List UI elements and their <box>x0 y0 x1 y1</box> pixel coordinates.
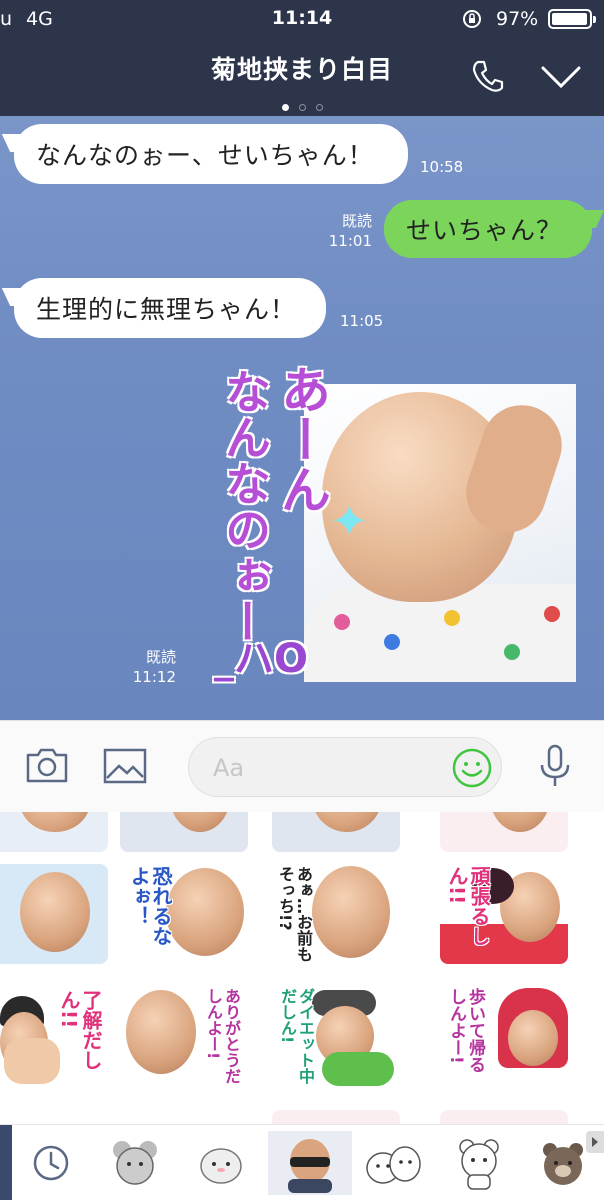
sticker-cell[interactable]: 歩いて帰るしんよー! <box>440 988 568 1088</box>
sticker-cell[interactable]: ありがとうだしんよー! <box>120 988 248 1088</box>
bear-friends-sticker-icon <box>366 1146 421 1184</box>
sticker-cell[interactable] <box>440 812 568 852</box>
chat-title[interactable]: 菊地挟まり白目 <box>0 50 604 86</box>
sticker-cell[interactable] <box>272 812 400 852</box>
message-time: 11:12 <box>132 668 176 686</box>
read-receipt: 既読 <box>341 212 372 230</box>
tab-sticker-pack[interactable] <box>444 1131 514 1195</box>
hamster-sticker-icon <box>200 1148 242 1184</box>
tab-sticker-pack[interactable] <box>186 1131 256 1195</box>
image-icon[interactable] <box>100 741 150 791</box>
rotation-lock-icon <box>463 10 481 28</box>
camera-icon[interactable] <box>22 741 72 791</box>
sticker-cell[interactable] <box>272 1110 400 1124</box>
message-text: 生理的に無理ちゃん！ <box>36 295 297 324</box>
scroll-right-icon[interactable] <box>586 1131 604 1153</box>
tab-bar-edge <box>0 1125 12 1200</box>
sticker-message[interactable]: ✦ あーん なんなのぉー _ハO <box>204 364 576 682</box>
page-dot <box>281 104 289 111</box>
phone-icon[interactable] <box>468 56 508 96</box>
sticker-caption: ありがとうだしんよー! <box>204 988 241 1084</box>
sticker-picker-grid[interactable]: 恐れるなよぉ！ あぁ…お前もそっち!? 頑張るしん!! 了解だしん!! ありがと… <box>0 812 604 1124</box>
sticker-cell[interactable] <box>0 812 108 852</box>
sticker-caption: なんなのぉー <box>218 368 272 644</box>
sticker-caption: 歩いて帰るしんよー! <box>446 988 485 1073</box>
sticker-tab-bar <box>0 1124 604 1200</box>
sticker-cell[interactable]: あぁ…お前もそっち!? <box>272 864 400 964</box>
sticker-caption: 了解だしん!! <box>57 990 103 1070</box>
sticker-cell[interactable] <box>0 864 108 964</box>
bear-sticker-icon <box>459 1139 499 1190</box>
mouse-sticker-icon <box>113 1141 157 1185</box>
chat-area[interactable]: なんなのぉー、せいちゃん！ 10:58 せいちゃん？ 既読 11:01 生理的に… <box>0 116 604 720</box>
chevron-down-icon[interactable] <box>540 64 582 90</box>
message-placeholder: Aa <box>213 754 245 782</box>
sticker-signature: _ハO <box>214 636 309 682</box>
page-indicator <box>0 96 604 115</box>
message-time: 10:58 <box>420 158 464 176</box>
brown-sticker-icon <box>543 1143 583 1185</box>
status-bar: u 4G 11:14 97% <box>0 0 604 38</box>
page-dot <box>315 104 323 111</box>
sticker-photo: ✦ <box>304 384 576 682</box>
bald-man-sticker-icon <box>288 1139 332 1193</box>
battery-percent: 97% <box>496 8 539 30</box>
message-time: 11:01 <box>328 232 372 250</box>
chat-header: 菊地挟まり白目 <box>0 38 604 116</box>
history-icon <box>33 1145 69 1181</box>
sticker-caption: あぁ…お前もそっち!? <box>276 866 313 962</box>
tab-sticker-pack[interactable] <box>100 1131 170 1195</box>
sticker-cell[interactable]: 恐れるなよぉ！ <box>120 864 248 964</box>
message-bubble[interactable]: なんなのぉー、せいちゃん！ <box>14 124 408 184</box>
emoji-icon[interactable] <box>451 747 493 789</box>
tab-sticker-pack[interactable] <box>358 1131 428 1195</box>
sticker-cell[interactable]: 了解だしん!! <box>0 988 108 1088</box>
sticker-cell[interactable]: 頑張るしん!! <box>440 864 568 964</box>
sticker-caption: 恐れるなよぉ！ <box>127 866 173 946</box>
read-receipt: 既読 <box>145 648 176 666</box>
tab-history[interactable] <box>16 1131 86 1195</box>
message-bubble[interactable]: 生理的に無理ちゃん！ <box>14 278 326 338</box>
battery-icon <box>548 9 596 29</box>
page-dot <box>298 104 306 111</box>
input-bar: Aa <box>0 720 604 812</box>
tab-sticker-pack-selected[interactable] <box>268 1131 352 1195</box>
message-time: 11:05 <box>340 312 384 330</box>
microphone-icon[interactable] <box>530 741 580 791</box>
message-text: なんなのぉー、せいちゃん！ <box>36 141 374 170</box>
message-input[interactable]: Aa <box>188 737 502 797</box>
sticker-caption: ダイエット中だしん! <box>278 988 315 1084</box>
sticker-cell[interactable] <box>120 812 248 852</box>
sticker-cell[interactable] <box>440 1110 568 1124</box>
message-text: せいちゃん？ <box>406 216 563 245</box>
sticker-caption: 頑張るしん!! <box>445 866 491 946</box>
message-bubble-outgoing[interactable]: せいちゃん？ <box>384 200 592 258</box>
sticker-cell[interactable]: ダイエット中だしん! <box>272 988 400 1088</box>
